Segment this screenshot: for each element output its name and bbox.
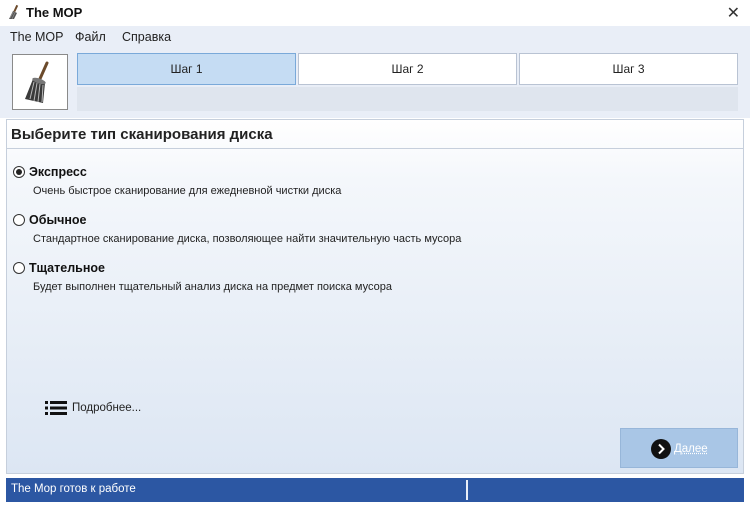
- scan-type-panel: Выберите тип сканирования диска Экспресс…: [6, 119, 744, 474]
- next-button-label: Далее: [674, 443, 708, 455]
- list-icon: [45, 401, 67, 415]
- steps-progress-strip: [77, 87, 738, 111]
- option-thorough-label: Тщательное: [29, 261, 105, 275]
- menu-item-file[interactable]: Файл: [75, 30, 106, 44]
- status-text: The Mop готов к работе: [11, 483, 136, 495]
- broom-icon: [9, 4, 19, 20]
- step-3-button[interactable]: Шаг 3: [519, 53, 738, 85]
- window-title: The MOP: [26, 5, 83, 20]
- next-button[interactable]: Далее: [620, 428, 738, 468]
- step-1-button[interactable]: Шаг 1: [77, 53, 296, 85]
- close-icon[interactable]: ✕: [727, 3, 740, 23]
- panel-title: Выберите тип сканирования диска: [11, 126, 273, 143]
- radio-thorough[interactable]: [13, 262, 25, 274]
- steps-bar: Шаг 1 Шаг 2 Шаг 3: [0, 48, 750, 118]
- option-normal-label: Обычное: [29, 213, 87, 227]
- option-thorough-description: Будет выполнен тщательный анализ диска н…: [33, 281, 392, 293]
- radio-selected-dot: [16, 169, 22, 175]
- title-bar: The MOP ✕: [0, 0, 750, 26]
- menu-bar: The MOP Файл Справка: [0, 26, 750, 48]
- more-details-label: Подробнее...: [72, 402, 142, 414]
- radio-express[interactable]: [13, 166, 25, 178]
- step-2-button[interactable]: Шаг 2: [298, 53, 517, 85]
- status-divider: [466, 480, 468, 500]
- menu-item-the-mop[interactable]: The MOP: [10, 30, 64, 44]
- broom-icon: [25, 61, 49, 103]
- option-normal-description: Стандартное сканирование диска, позволяю…: [33, 233, 462, 245]
- menu-item-help[interactable]: Справка: [122, 30, 171, 44]
- status-bar: The Mop готов к работе: [6, 478, 744, 502]
- logo: [12, 54, 68, 110]
- chevron-right-icon: [651, 439, 671, 459]
- option-express-description: Очень быстрое сканирование для ежедневно…: [33, 185, 342, 197]
- divider: [7, 148, 743, 149]
- option-express-label: Экспресс: [29, 165, 87, 179]
- radio-normal[interactable]: [13, 214, 25, 226]
